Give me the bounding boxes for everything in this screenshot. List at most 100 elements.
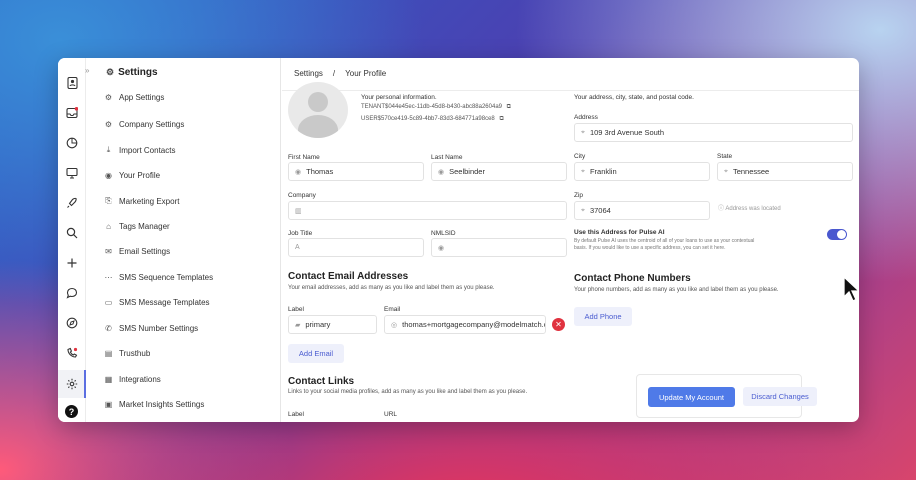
delete-email-button[interactable]: ✕ xyxy=(552,318,565,331)
email-value: thomas+mortgagecompany@modelmatch.com xyxy=(402,320,546,329)
sidebar-item-label: Market Insights Settings xyxy=(119,399,205,409)
email-header: Email xyxy=(384,306,401,313)
breadcrumb-current: Your Profile xyxy=(345,69,387,78)
monitor-icon[interactable] xyxy=(65,166,79,180)
sidebar-item-label: App Settings xyxy=(119,92,165,102)
sidebar-item-trusthub[interactable]: ▤ Trusthub xyxy=(104,346,151,360)
tenant-id-row: TENANT$044e45ec-11db-45d8-b430-abc88a260… xyxy=(361,104,511,111)
email-label-field[interactable]: ▰ primary xyxy=(288,315,377,334)
breadcrumb: Settings / Your Profile xyxy=(294,69,386,78)
discard-changes-button[interactable]: Discard Changes xyxy=(743,387,817,406)
city-label: City xyxy=(574,153,586,160)
contact-email-desc: Your email addresses, add as many as you… xyxy=(288,285,495,291)
avatar[interactable] xyxy=(288,82,348,138)
help-icon[interactable]: ? xyxy=(65,405,78,418)
info-icon: ⓘ xyxy=(718,206,725,212)
link-label-header: Label xyxy=(288,411,304,418)
main-content: Settings / Your Profile Your personal in… xyxy=(282,58,859,422)
zip-label: Zip xyxy=(574,192,584,199)
plus-icon[interactable] xyxy=(65,256,79,270)
contacts-icon[interactable] xyxy=(65,76,79,90)
sidebar-item-import-contacts[interactable]: ⤓ Import Contacts xyxy=(104,143,176,157)
tenant-id: TENANT$044e45ec-11db-45d8-b430-abc88a260… xyxy=(361,104,502,110)
sidebar-item-market-insights-settings[interactable]: ▣ Market Insights Settings xyxy=(104,397,205,411)
sidebar-item-label: Tags Manager xyxy=(119,221,170,231)
pie-chart-icon[interactable] xyxy=(65,136,79,150)
address-value: 109 3rd Avenue South xyxy=(589,128,665,137)
copy-icon[interactable]: ⧉ xyxy=(499,116,503,122)
address-located-note: ⓘ Address was located xyxy=(718,203,781,212)
search-icon[interactable] xyxy=(65,226,79,240)
state-value: Tennessee xyxy=(732,167,770,176)
last-name-value: Seelbinder xyxy=(449,167,485,176)
sidebar-item-company-settings[interactable]: ⚙ Company Settings xyxy=(104,117,184,131)
user-icon: ◉ xyxy=(105,170,112,180)
email-field[interactable]: ◎ thomas+mortgagecompany@modelmatch.com xyxy=(384,315,546,334)
state-field[interactable]: ⌖ Tennessee xyxy=(717,162,853,181)
sidebar-item-tags-manager[interactable]: ⌂ Tags Manager xyxy=(104,219,170,233)
sequence-icon: ⋯ xyxy=(104,272,113,282)
user-id-row: USER$570ce419-5c89-4bb7-83d3-684771a98ce… xyxy=(361,116,504,123)
mouse-cursor-icon xyxy=(843,275,861,307)
sidebar-item-your-profile[interactable]: ◉ Your Profile xyxy=(104,168,160,182)
first-name-label: First Name xyxy=(288,154,320,161)
compass-icon[interactable] xyxy=(65,316,79,330)
chat-icon[interactable] xyxy=(65,286,79,300)
tag-icon: ⌂ xyxy=(106,221,111,231)
tag-icon: ▰ xyxy=(295,321,301,329)
company-field[interactable]: ▥ xyxy=(288,201,567,220)
download-icon: ⤓ xyxy=(106,145,111,154)
sidebar-item-email-settings[interactable]: ✉ Email Settings xyxy=(104,244,170,258)
sidebar-item-integrations[interactable]: ▦ Integrations xyxy=(104,372,161,386)
copy-icon[interactable]: ⧉ xyxy=(507,104,511,110)
inbox-icon[interactable] xyxy=(65,106,79,120)
update-account-button[interactable]: Update My Account xyxy=(648,387,735,407)
sidebar-item-label: SMS Number Settings xyxy=(119,323,199,333)
mail-icon: ✉ xyxy=(105,246,112,256)
rocket-icon[interactable] xyxy=(65,196,79,210)
last-name-label: Last Name xyxy=(431,154,463,161)
pulse-ai-toggle[interactable] xyxy=(827,229,847,240)
user-icon: ◉ xyxy=(295,168,302,176)
nmlsid-field[interactable]: ◉ xyxy=(431,238,567,257)
location-pin-icon: ⌖ xyxy=(581,128,585,136)
address-field[interactable]: ⌖ 109 3rd Avenue South xyxy=(574,123,853,142)
zip-value: 37064 xyxy=(589,206,611,215)
state-label: State xyxy=(717,153,733,160)
last-name-field[interactable]: ◉ Seelbinder xyxy=(431,162,567,181)
grid-icon: ▦ xyxy=(104,374,113,384)
add-phone-button[interactable]: Add Phone xyxy=(574,307,632,326)
job-title-field[interactable]: A xyxy=(288,238,424,257)
gear-icon: ⚙ xyxy=(104,119,113,129)
sidebar-title: ⚙ Settings xyxy=(106,67,158,78)
address-label: Address xyxy=(574,114,598,121)
location-pin-icon: ⌖ xyxy=(581,167,585,175)
sidebar-item-label: Company Settings xyxy=(119,119,185,129)
sidebar-item-label: Integrations xyxy=(119,374,161,384)
pulse-ai-title: Use this Address for Pulse AI xyxy=(574,229,665,236)
city-field[interactable]: ⌖ Franklin xyxy=(574,162,710,181)
contact-phone-title: Contact Phone Numbers xyxy=(574,273,691,284)
sidebar-item-label: SMS Message Templates xyxy=(119,297,210,307)
collapse-sidebar-icon[interactable]: » xyxy=(85,66,89,75)
address-desc: Your address, city, state, and postal co… xyxy=(574,94,694,101)
sidebar-item-sms-sequence-templates[interactable]: ⋯ SMS Sequence Templates xyxy=(104,270,214,284)
text-icon: A xyxy=(295,244,300,251)
gear-icon[interactable] xyxy=(65,377,79,391)
icon-rail: ? xyxy=(58,58,86,422)
nmlsid-label: NMLSID xyxy=(431,230,456,237)
id-icon: ◉ xyxy=(438,244,445,252)
sidebar-item-sms-number-settings[interactable]: ✆ SMS Number Settings xyxy=(104,321,198,335)
sidebar-item-sms-message-templates[interactable]: ▭ SMS Message Templates xyxy=(104,295,210,309)
zip-field[interactable]: ⌖ 37064 xyxy=(574,201,710,220)
sidebar-item-app-settings[interactable]: ⚙ App Settings xyxy=(104,90,164,104)
contact-links-desc: Links to your social media profiles, add… xyxy=(288,389,528,395)
first-name-field[interactable]: ◉ Thomas xyxy=(288,162,424,181)
contact-links-title: Contact Links xyxy=(288,376,355,387)
chart-icon: ▣ xyxy=(104,399,113,409)
breadcrumb-root[interactable]: Settings xyxy=(294,69,323,78)
phone-icon[interactable] xyxy=(65,346,79,360)
sidebar-item-label: Your Profile xyxy=(119,170,161,180)
sidebar-item-marketing-export[interactable]: ⎘ Marketing Export xyxy=(104,194,179,208)
add-email-button[interactable]: Add Email xyxy=(288,344,344,363)
